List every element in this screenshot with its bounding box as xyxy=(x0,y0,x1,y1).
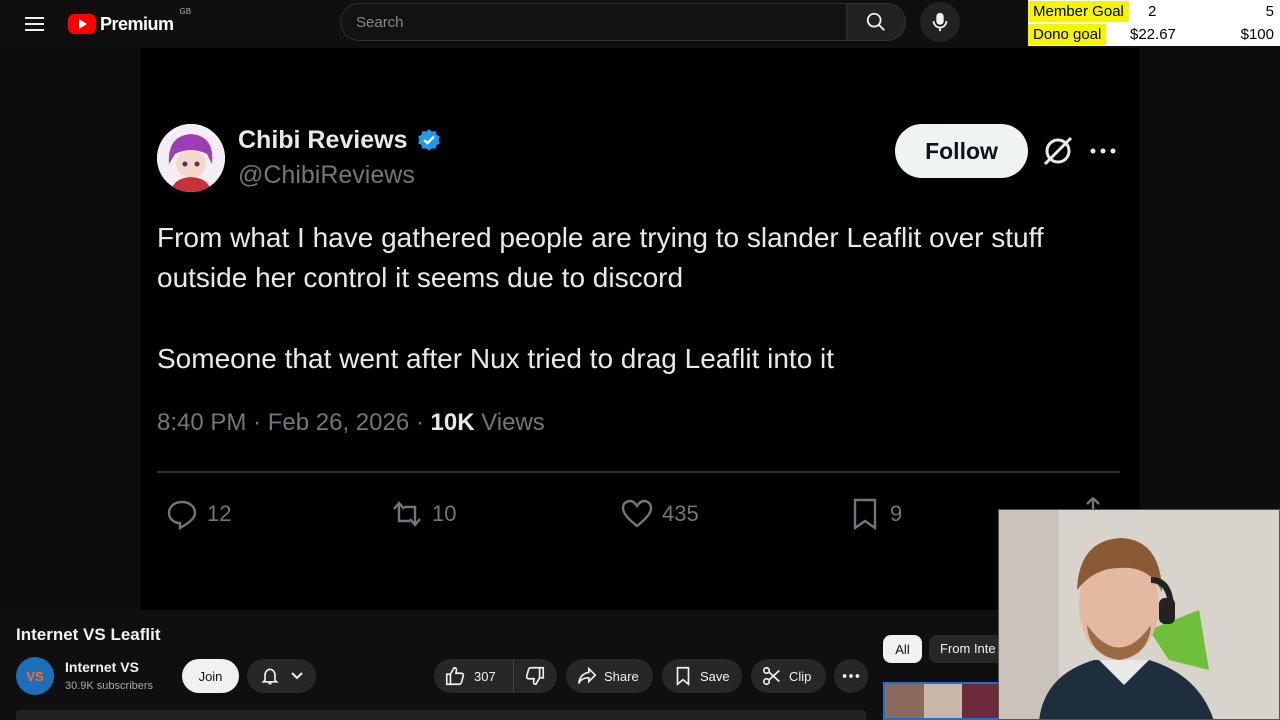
dono-goal-label: Dono goal xyxy=(1028,24,1107,45)
bookmark-count: 9 xyxy=(890,501,903,526)
tweet-display-name: Chibi Reviews xyxy=(238,126,442,155)
tweet-time: 8:40 PM xyxy=(157,409,247,436)
search-icon xyxy=(866,12,885,31)
video-letterbox-left xyxy=(0,48,140,610)
tweet-paragraph: From what I have gathered people are try… xyxy=(157,222,1044,293)
search-box xyxy=(340,3,846,41)
tweet-metadata: 8:40 PM · Feb 26, 2026 · 10K Views xyxy=(157,409,545,436)
follow-button[interactable]: Follow xyxy=(895,124,1028,178)
voice-search-button[interactable] xyxy=(920,2,960,42)
bell-icon xyxy=(260,668,279,685)
chevron-down-icon xyxy=(290,672,303,680)
thumbs-up-icon xyxy=(445,666,465,686)
save-button[interactable]: Save xyxy=(662,659,742,693)
share-label: Share xyxy=(604,668,639,684)
recommended-video-thumbnail[interactable] xyxy=(883,682,1003,720)
video-title: Internet VS Leaflit xyxy=(16,625,161,644)
logo-brand-text: Premium xyxy=(100,13,174,34)
chip-all[interactable]: All xyxy=(883,635,922,663)
share-icon[interactable] xyxy=(1078,496,1108,510)
dono-goal-current: $22.67 xyxy=(1130,26,1176,43)
bookmark-icon xyxy=(853,498,877,531)
verified-badge-icon xyxy=(417,128,440,151)
repost-icon xyxy=(393,501,421,527)
subscriber-count: 30.9K subscribers xyxy=(65,680,154,692)
more-actions-button[interactable] xyxy=(834,659,868,693)
bookmark-action[interactable]: 9 xyxy=(848,496,902,532)
webcam-feed xyxy=(998,509,1280,720)
member-goal-target: 5 xyxy=(1265,3,1274,20)
tweet-body: From what I have gathered people are try… xyxy=(157,218,1117,420)
like-button[interactable]: 307 xyxy=(434,659,514,693)
dono-goal-target: $100 xyxy=(1240,26,1274,43)
like-action[interactable]: 435 xyxy=(620,496,699,532)
member-goal-label: Member Goal xyxy=(1028,1,1129,22)
scissors-icon xyxy=(762,666,780,686)
search-button[interactable] xyxy=(846,3,906,41)
save-label: Save xyxy=(700,668,730,684)
repost-action[interactable]: 10 xyxy=(390,496,456,532)
tweet-handle: @ChibiReviews xyxy=(238,161,415,189)
reply-action[interactable]: 12 xyxy=(165,496,231,532)
repost-count: 10 xyxy=(432,501,457,526)
chip-from-channel[interactable]: From Inte xyxy=(929,635,1009,663)
youtube-play-icon xyxy=(68,14,96,34)
tweet-views-label: Views xyxy=(481,409,545,436)
stream-goal-overlay: Member Goal 2 5 Dono goal $22.67 $100 xyxy=(1028,0,1280,46)
tweet-views-count: 10K xyxy=(430,409,475,436)
like-dislike-group: 307 xyxy=(434,659,557,693)
join-button[interactable]: Join xyxy=(182,659,239,693)
tweet-author-avatar xyxy=(157,124,225,192)
save-bookmark-icon xyxy=(676,666,690,687)
share-button[interactable]: Share xyxy=(566,659,653,693)
heart-icon xyxy=(621,499,653,528)
logo-region-code: GB xyxy=(179,7,192,16)
reply-icon xyxy=(167,500,197,531)
reply-count: 12 xyxy=(207,501,232,526)
tweet-divider xyxy=(157,471,1120,473)
dono-goal-row: Dono goal $22.67 $100 xyxy=(1028,23,1280,45)
channel-avatar[interactable]: VS xyxy=(16,657,54,695)
youtube-premium-logo[interactable]: Premium GB xyxy=(68,7,192,39)
tweet-paragraph: Someone that went after Nux tried to dra… xyxy=(157,343,835,374)
more-horizontal-icon xyxy=(842,674,860,678)
video-like-count: 307 xyxy=(474,668,496,684)
description-box-edge xyxy=(16,710,866,720)
dislike-button[interactable] xyxy=(514,659,556,693)
like-count: 435 xyxy=(662,501,699,526)
clip-button[interactable]: Clip xyxy=(751,659,826,693)
search-input[interactable] xyxy=(341,4,846,40)
share-arrow-icon xyxy=(577,666,597,684)
notifications-button[interactable] xyxy=(247,659,316,693)
member-goal-current: 2 xyxy=(1148,3,1157,20)
channel-avatar-text: VS xyxy=(26,668,44,684)
tweet-date: Feb 26, 2026 xyxy=(267,409,410,436)
clip-label: Clip xyxy=(789,668,812,684)
member-goal-row: Member Goal 2 5 xyxy=(1028,0,1280,22)
thumbs-down-icon xyxy=(525,666,545,686)
menu-icon[interactable] xyxy=(20,12,50,36)
grok-icon[interactable] xyxy=(1040,133,1076,169)
tweet-display-name-text: Chibi Reviews xyxy=(238,126,408,154)
microphone-icon xyxy=(932,12,948,32)
more-options-icon[interactable] xyxy=(1088,140,1118,162)
channel-name[interactable]: Internet VS xyxy=(65,659,139,675)
